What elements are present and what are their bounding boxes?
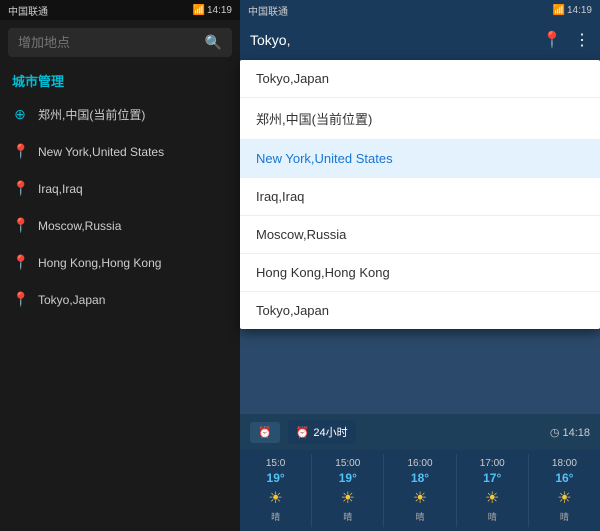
- right-header: Tokyo, 📍 ⋮: [240, 20, 600, 60]
- toggle-btn-24h[interactable]: ⏰ 24小时: [288, 420, 356, 444]
- search-bar[interactable]: 🔍: [8, 28, 232, 57]
- hourly-row: 15:0 19° ☀ 晴 15:00 19° ☀ 晴 16:00 18° ☀ 晴…: [240, 450, 600, 531]
- hour-temp: 18°: [411, 471, 429, 485]
- hour-desc: 晴: [343, 510, 352, 523]
- time-24h-icon: ⏰: [296, 426, 310, 439]
- time-right: ◷ 14:18: [550, 426, 590, 439]
- sun-icon: ☀: [485, 488, 499, 508]
- pin-icon: 📍: [12, 217, 28, 234]
- pin-icon: 📍: [12, 254, 28, 271]
- dropdown-item-zhengzhou[interactable]: 郑州,中国(当前位置): [240, 98, 600, 140]
- right-status-icons: 📶 14:19: [553, 5, 592, 16]
- hour-temp: 17°: [483, 471, 501, 485]
- hour-item: 18:00 16° ☀ 晴: [529, 454, 600, 527]
- wifi-icon: 📶: [193, 5, 205, 16]
- city-dropdown: Tokyo,Japan郑州,中国(当前位置)New York,United St…: [240, 60, 600, 329]
- hour-time: 15:0: [266, 458, 285, 469]
- clock-icon: ⏰: [258, 426, 272, 439]
- dropdown-item-tokyo-bottom[interactable]: Tokyo,Japan: [240, 292, 600, 329]
- city-item-zhengzhou[interactable]: ⊕ 郑州,中国(当前位置): [0, 96, 240, 133]
- header-city-name: Tokyo,: [250, 32, 534, 48]
- city-name: New York,United States: [38, 145, 164, 159]
- dropdown-item-newyork[interactable]: New York,United States: [240, 140, 600, 178]
- sun-icon: ☀: [413, 488, 427, 508]
- pin-icon: 📍: [12, 291, 28, 308]
- hour-desc: 晴: [560, 510, 569, 523]
- city-name: Hong Kong,Hong Kong: [38, 256, 161, 270]
- hour-time: 17:00: [480, 458, 505, 469]
- dropdown-item-moscow[interactable]: Moscow,Russia: [240, 216, 600, 254]
- left-status-icons: 📶 14:19: [193, 5, 232, 16]
- sun-icon: ☀: [557, 488, 571, 508]
- search-input[interactable]: [18, 35, 205, 50]
- pin-icon: ⊕: [12, 106, 28, 123]
- toggle-btn-clock[interactable]: ⏰: [250, 422, 280, 443]
- city-item-newyork[interactable]: 📍 New York,United States: [0, 133, 240, 170]
- more-icon[interactable]: ⋮: [574, 30, 590, 50]
- location-icon[interactable]: 📍: [542, 30, 562, 50]
- hour-desc: 晴: [416, 510, 425, 523]
- city-list: ⊕ 郑州,中国(当前位置) 📍 New York,United States 📍…: [0, 96, 240, 531]
- pin-icon: 📍: [12, 143, 28, 160]
- hour-time: 16:00: [407, 458, 432, 469]
- time-toggle-bar: ⏰ ⏰ 24小时 ◷ 14:18: [240, 414, 600, 450]
- toggle-24h-label: 24小时: [313, 424, 347, 440]
- hour-temp: 19°: [339, 471, 357, 485]
- city-name: Iraq,Iraq: [38, 182, 83, 196]
- city-item-moscow[interactable]: 📍 Moscow,Russia: [0, 207, 240, 244]
- hour-time: 18:00: [552, 458, 577, 469]
- left-carrier: 中国联通: [8, 3, 48, 18]
- left-panel: 中国联通 📶 14:19 🔍 城市管理 ⊕ 郑州,中国(当前位置) 📍 New …: [0, 0, 240, 531]
- hour-item: 15:0 19° ☀ 晴: [240, 454, 312, 527]
- hour-item: 16:00 18° ☀ 晴: [384, 454, 456, 527]
- hour-desc: 晴: [271, 510, 280, 523]
- city-name: 郑州,中国(当前位置): [38, 106, 145, 123]
- right-status-bar: 中国联通 📶 14:19: [240, 0, 600, 20]
- pin-icon: 📍: [12, 180, 28, 197]
- dropdown-item-iraq[interactable]: Iraq,Iraq: [240, 178, 600, 216]
- hour-item: 17:00 17° ☀ 晴: [457, 454, 529, 527]
- hour-temp: 16°: [555, 471, 573, 485]
- section-title: 城市管理: [0, 65, 240, 96]
- city-item-iraq[interactable]: 📍 Iraq,Iraq: [0, 170, 240, 207]
- city-name: Moscow,Russia: [38, 219, 121, 233]
- left-status-bar: 中国联通 📶 14:19: [0, 0, 240, 20]
- city-item-tokyo[interactable]: 📍 Tokyo,Japan: [0, 281, 240, 318]
- header-icons: 📍 ⋮: [542, 30, 590, 50]
- city-item-hongkong[interactable]: 📍 Hong Kong,Hong Kong: [0, 244, 240, 281]
- right-carrier: 中国联通: [248, 3, 288, 18]
- hour-desc: 晴: [488, 510, 497, 523]
- dropdown-item-hongkong[interactable]: Hong Kong,Hong Kong: [240, 254, 600, 292]
- sun-icon: ☀: [341, 488, 355, 508]
- right-time: 14:19: [567, 5, 592, 16]
- sun-icon: ☀: [268, 488, 282, 508]
- right-wifi-icon: 📶: [553, 5, 565, 16]
- search-icon[interactable]: 🔍: [205, 34, 222, 51]
- right-panel: 中国联通 📶 14:19 Tokyo, 📍 ⋮ Tokyo,Japan郑州,中国…: [240, 0, 600, 531]
- weather-bottom: ⏰ ⏰ 24小时 ◷ 14:18 15:0 19° ☀ 晴 15:00 19° …: [240, 414, 600, 531]
- left-time: 14:19: [207, 5, 232, 16]
- hour-item: 15:00 19° ☀ 晴: [312, 454, 384, 527]
- hour-temp: 19°: [267, 471, 285, 485]
- dropdown-item-tokyo-top[interactable]: Tokyo,Japan: [240, 60, 600, 98]
- hour-time: 15:00: [335, 458, 360, 469]
- city-name: Tokyo,Japan: [38, 293, 105, 307]
